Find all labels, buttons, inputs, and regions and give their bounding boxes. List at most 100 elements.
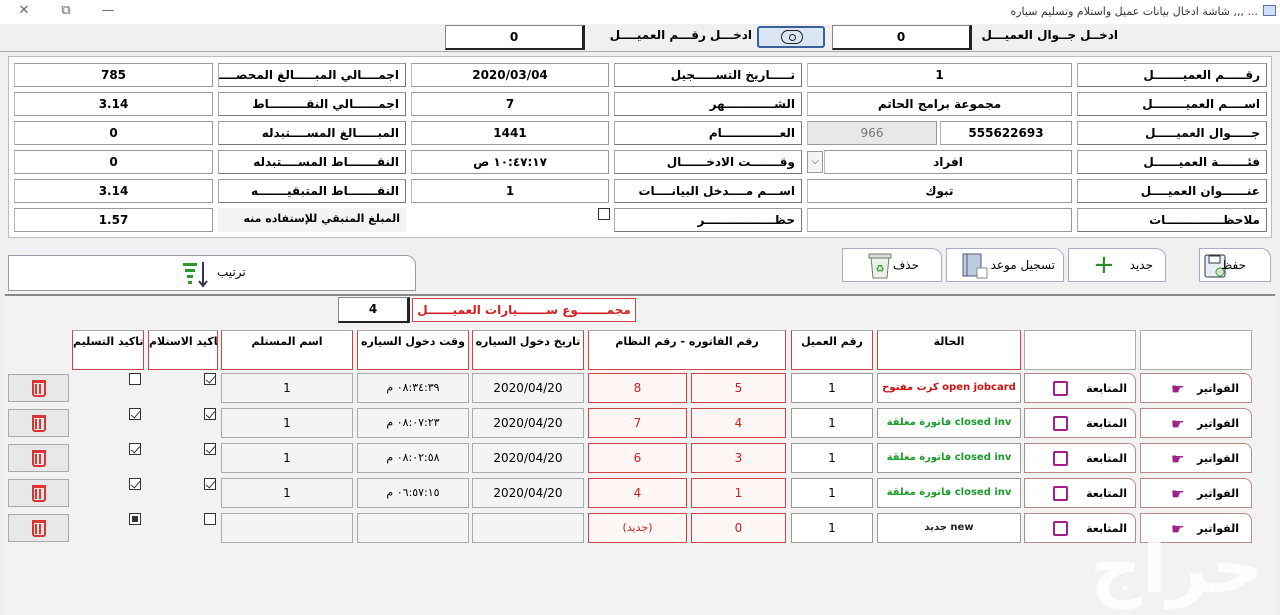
followup-button[interactable]: المتابعة [1024,408,1136,438]
customer-no-label: رقـــــم العميـــــــل [1077,63,1267,87]
mobile-search-input[interactable]: 0 [832,25,972,50]
entry-date-cell: 2020/04/20 [472,408,584,438]
confirm-deliver-checkbox[interactable] [129,408,141,420]
notes-field[interactable] [807,208,1072,232]
customer-address-field[interactable]: تبوك [807,179,1072,203]
confirm-deliver-checkbox[interactable] [129,513,141,525]
sort-button[interactable]: ترتيب [8,255,416,291]
entry-time-cell: ٠٦:٥٧:١٥ م [357,478,469,508]
followup-button[interactable]: المتابعة [1024,373,1136,403]
amount-remaining-field[interactable]: 1.57 [14,208,213,232]
customer-name-label: اســــم العميــــــــل [1077,92,1267,116]
customer-name-field[interactable]: مجموعة برامج الحاتم [807,92,1072,116]
customer-mobile-field[interactable]: 555622693 [940,121,1072,145]
trash-icon [32,380,46,397]
appointment-button[interactable]: تسجيل موعد [946,248,1064,282]
status-cell: كرت مفتوح open jobcard [877,373,1021,403]
hand-pointer-icon: ☛ [1171,485,1185,503]
delete-button[interactable]: ♻ حذف [842,248,942,282]
invoice-no-cell: 4 [691,408,786,438]
points-redeemed-field[interactable]: 0 [14,150,213,174]
entry-time-field[interactable]: ١٠:٤٧:١٧ ص [411,150,609,174]
row-delete-button[interactable] [8,444,69,472]
reg-date-label: تـــــاريخ التســـــجيل [614,63,802,87]
receiver-cell: 1 [221,443,353,473]
restore-icon[interactable]: ⧉ [54,2,78,20]
col-header-entry-time: وقت دخول السياره [357,330,469,370]
entry-user-field[interactable]: 1 [411,179,609,203]
invoices-button[interactable]: ☛ الفواتير [1140,408,1252,438]
customer-no-cell: 1 [791,513,873,543]
followup-icon [1053,381,1068,396]
ban-checkbox[interactable] [598,208,610,220]
invoices-button[interactable]: ☛ الفواتير [1140,373,1252,403]
trash-icon [32,415,46,432]
status-cell: فاتورة مغلقة closed inv [877,443,1021,473]
confirm-receive-checkbox[interactable] [204,443,216,455]
entry-date-cell: 2020/04/20 [472,373,584,403]
number-search-input[interactable]: 0 [445,25,585,50]
ban-label: حظـــــــــــــــــر [614,208,802,232]
points-remaining-field[interactable]: 3.14 [14,179,213,203]
recycle-bin-icon: ♻ [868,253,892,279]
invoices-button[interactable]: ☛ الفواتير [1140,443,1252,473]
row-delete-button[interactable] [8,409,69,437]
amounts-redeemed-label: المبـــــالغ المســــتبدله [218,121,406,145]
system-no-cell: 7 [588,408,687,438]
points-redeemed-label: النقـــــــاط المســــتبدله [218,150,406,174]
reg-date-field[interactable]: 2020/03/04 [411,63,609,87]
svg-text:♻: ♻ [876,264,885,275]
new-button[interactable]: + جديد [1068,248,1166,282]
cars-total-label: مجمـــــــوع ســـــــيارات العميــــــل [412,298,636,322]
amounts-redeemed-field[interactable]: 0 [14,121,213,145]
search-icon [781,30,803,44]
invoice-no-cell: 1 [691,478,786,508]
invoices-label: الفواتير [1197,382,1239,395]
confirm-deliver-checkbox[interactable] [129,478,141,490]
cars-total-field: 4 [338,297,410,323]
plus-icon: + [1093,250,1115,280]
invoices-button[interactable]: ☛ الفواتير [1140,478,1252,508]
chevron-down-icon[interactable]: ⌵ [807,151,823,173]
month-label: الشــــــــــــهر [614,92,802,116]
customer-no-cell: 1 [791,373,873,403]
entry-user-label: اســـم مــــدخل البيانــــات [614,179,802,203]
notes-label: ملاحظــــــــــــــات [1077,208,1267,232]
search-button[interactable] [757,26,825,48]
confirm-receive-checkbox[interactable] [204,513,216,525]
close-icon[interactable]: ✕ [12,2,36,20]
confirm-receive-checkbox[interactable] [204,478,216,490]
confirm-deliver-checkbox[interactable] [129,443,141,455]
invoices-label: الفواتير [1197,452,1239,465]
col-header-entry-date: تاريخ دخول السياره [472,330,584,370]
customer-no-field[interactable]: 1 [807,63,1072,87]
year-field[interactable]: 1441 [411,121,609,145]
col-header-receiver: اسم المستلم [221,330,353,370]
save-button[interactable]: حفظ [1199,248,1271,282]
system-no-cell: 4 [588,478,687,508]
system-no-cell: 6 [588,443,687,473]
total-collected-field[interactable]: 785 [14,63,213,87]
entry-time-cell: ٠٨:٠٢:٥٨ م [357,443,469,473]
entry-time-label: وقـــــــت الادخــــــال [614,150,802,174]
row-delete-button[interactable] [8,374,69,402]
mobile-search-label: ادخــل جــوال العميـــل [981,28,1118,42]
appointment-label: تسجيل موعد [990,258,1055,272]
followup-button[interactable]: المتابعة [1024,478,1136,508]
entry-date-cell: 2020/04/20 [472,443,584,473]
row-delete-button[interactable] [8,514,69,542]
followup-label: المتابعة [1086,382,1127,395]
row-delete-button[interactable] [8,479,69,507]
month-field[interactable]: 7 [411,92,609,116]
confirm-deliver-checkbox[interactable] [129,373,141,385]
delete-label: حذف [892,258,919,272]
confirm-receive-checkbox[interactable] [204,373,216,385]
total-points-field[interactable]: 3.14 [14,92,213,116]
customer-category-select[interactable]: افراد [824,150,1072,174]
total-collected-label: اجمــــالي المبـــــالغ المحصــــلة [218,63,406,87]
followup-button[interactable]: المتابعة [1024,443,1136,473]
confirm-receive-checkbox[interactable] [204,408,216,420]
col-header-status: الحالة [877,330,1021,370]
minimize-icon[interactable]: — [96,2,120,20]
divider [0,51,1280,52]
